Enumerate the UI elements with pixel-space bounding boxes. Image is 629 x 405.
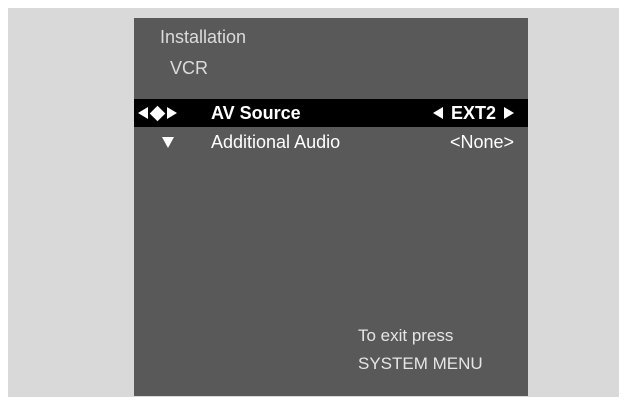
osd-menu-panel: Installation VCR AV Source EXT2 Addition… xyxy=(134,18,528,396)
breadcrumb-installation: Installation xyxy=(160,27,247,47)
right-arrow-icon xyxy=(167,107,177,119)
value-left-arrow-icon[interactable] xyxy=(432,107,443,119)
value-right-arrow-icon[interactable] xyxy=(504,107,514,119)
menu-item-label: Additional Audio xyxy=(211,132,341,152)
menu-item-value: EXT2 xyxy=(450,102,496,123)
left-arrow-icon xyxy=(138,107,148,119)
breadcrumb-vcr: VCR xyxy=(170,58,209,78)
value-selector[interactable]: EXT2 xyxy=(432,99,514,127)
menu-item-additional-audio[interactable]: Additional Audio <None> xyxy=(134,128,528,156)
exit-hint-line2: SYSTEM MENU xyxy=(358,354,483,373)
nav-indicator xyxy=(162,128,174,156)
menu-item-value: <None> xyxy=(449,131,514,152)
exit-hint-line1: To exit press xyxy=(358,326,454,345)
screen-frame: Installation VCR AV Source EXT2 Addition… xyxy=(8,8,619,397)
value-display: <None> xyxy=(450,128,514,156)
menu-item-label: AV Source xyxy=(211,103,301,123)
down-arrow-icon xyxy=(162,136,174,148)
nav-indicator xyxy=(138,99,177,127)
diamond-icon xyxy=(149,105,166,121)
menu-item-av-source[interactable]: AV Source EXT2 xyxy=(134,99,528,127)
